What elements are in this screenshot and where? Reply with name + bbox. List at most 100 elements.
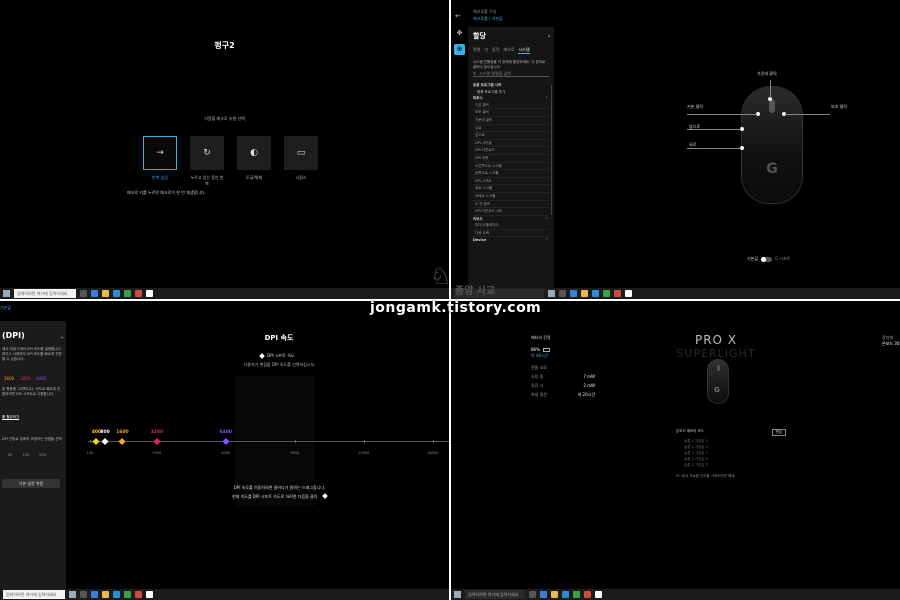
- app-icon[interactable]: [124, 290, 131, 297]
- tab-keys[interactable]: 키: [484, 47, 488, 54]
- taskbar: 검색하려면 여기에 입력하세요: [0, 288, 449, 299]
- list-item[interactable]: DPI 시프트: [473, 178, 549, 186]
- list-item[interactable]: DPI 사이클: [473, 140, 549, 148]
- dpi-marker[interactable]: [118, 437, 126, 446]
- panel-description: 에서 최대 5개의 DPI 속도를 설정합니다. 마우스 사용하여 DPI 속도…: [2, 347, 62, 361]
- assign-icon[interactable]: ⊕: [454, 44, 465, 55]
- list-item[interactable]: 오른쪽으로 스크롤: [473, 163, 549, 171]
- list-item[interactable]: 위로 스크롤: [473, 185, 549, 193]
- taskbar-search[interactable]: 검색하려면 여기에 입력하세요: [3, 590, 65, 599]
- list-item[interactable]: 응용 프로그램 추가: [473, 89, 549, 96]
- windows-start-icon[interactable]: [3, 290, 10, 297]
- toggle-tile[interactable]: ◐: [237, 136, 271, 170]
- folder-icon[interactable]: [581, 290, 588, 297]
- radio-option[interactable]: 100: [22, 453, 29, 457]
- gshift-toggle[interactable]: [761, 256, 773, 262]
- folder-icon[interactable]: [551, 591, 558, 598]
- chrome-icon[interactable]: [135, 591, 142, 598]
- lock-icon[interactable]: 🔒︎: [548, 33, 550, 38]
- chrome-icon[interactable]: [584, 591, 591, 598]
- list-item[interactable]: 두 번 클릭: [473, 201, 549, 209]
- profile-selector[interactable]: 기본값: [0, 305, 11, 311]
- list-item[interactable]: 다음 트랙: [473, 230, 549, 238]
- toggle-right-label: G 시프트: [775, 256, 791, 261]
- list-item[interactable]: DPI 다운로드: [473, 147, 549, 155]
- edge-icon[interactable]: [540, 591, 547, 598]
- chevron-up-icon[interactable]: ⌃: [545, 237, 548, 244]
- list-item[interactable]: 뒤로: [473, 125, 549, 133]
- profile-selector[interactable]: 매크로를 / 기본값: [473, 15, 503, 22]
- memory-slot[interactable]: 슬롯 5 기본값 5: [676, 462, 786, 468]
- command-list: 응용 프로그램 시작 응용 프로그램 추가 마우스 ⌃ 기본 클릭 보조 클릭 가운데 클릭…: [473, 82, 549, 244]
- tick-label: 16000: [427, 451, 439, 455]
- list-section-header[interactable]: 키보드 ⌃: [473, 216, 549, 223]
- ghub-icon[interactable]: [595, 591, 602, 598]
- folder-icon[interactable]: [102, 591, 109, 598]
- list-item[interactable]: 아래로 스크롤: [473, 193, 549, 201]
- edge-icon[interactable]: [91, 290, 98, 297]
- windows-start-icon[interactable]: [454, 591, 461, 598]
- repeat-while-held-tile[interactable]: ↻: [190, 136, 224, 170]
- app-icon[interactable]: [573, 591, 580, 598]
- search-input[interactable]: ⚲ 시스템 명령을 검색: [473, 70, 549, 77]
- windows-start-icon[interactable]: [69, 591, 76, 598]
- tab-commands[interactable]: 명령: [473, 47, 480, 54]
- task-view-icon[interactable]: [529, 591, 536, 598]
- ghub-icon[interactable]: [146, 290, 153, 297]
- store-icon[interactable]: [562, 591, 569, 598]
- lock-icon[interactable]: 🔒︎: [61, 334, 63, 339]
- tab-actions[interactable]: 동작: [492, 47, 499, 54]
- edge-icon[interactable]: [570, 290, 577, 297]
- list-section-header[interactable]: Device ⌃: [473, 237, 549, 244]
- edit-button[interactable]: 편집: [771, 429, 786, 436]
- back-arrow-icon[interactable]: ←: [455, 12, 461, 20]
- macro-type-description: 매크로 키를 누르면 매크로가 한 번 재생합니다.: [127, 190, 206, 195]
- dpi-marker[interactable]: [101, 437, 109, 446]
- list-item[interactable]: DPI 하향: [473, 155, 549, 163]
- radio-option[interactable]: 200: [39, 453, 46, 457]
- task-view-icon[interactable]: [80, 290, 87, 297]
- store-icon[interactable]: [113, 591, 120, 598]
- move-icon[interactable]: ✥: [454, 28, 465, 39]
- sequence-tile[interactable]: ▭: [284, 136, 318, 170]
- chrome-icon[interactable]: [614, 290, 621, 297]
- tab-system[interactable]: 시스템: [518, 47, 530, 54]
- tab-macros[interactable]: 매크로: [503, 47, 514, 54]
- dpi-level: 1600: [4, 376, 15, 381]
- chevron-up-icon[interactable]: ⌃: [545, 95, 548, 102]
- task-view-icon[interactable]: [559, 290, 566, 297]
- no-repeat-tile[interactable]: →: [143, 136, 177, 170]
- store-icon[interactable]: [592, 290, 599, 297]
- folder-icon[interactable]: [102, 290, 109, 297]
- windows-start-icon[interactable]: [548, 290, 555, 297]
- list-item[interactable]: DPI 다운로드 시트: [473, 208, 549, 216]
- taskbar-search[interactable]: 검색하려면 여기에 입력하세요: [465, 590, 525, 599]
- list-section-header[interactable]: 응용 프로그램 시작: [473, 82, 549, 89]
- ghub-icon[interactable]: [146, 591, 153, 598]
- taskbar-search[interactable]: 검색하려면 여기에 입력하세요: [14, 289, 76, 298]
- dpi-marker[interactable]: [222, 437, 230, 446]
- list-item[interactable]: 기본 클릭: [473, 102, 549, 110]
- list-item[interactable]: 앞으로: [473, 132, 549, 140]
- back-label: 뒤로: [689, 142, 697, 147]
- dpi-marker[interactable]: [92, 437, 100, 446]
- power-row: 유휴 시 2 mW: [531, 383, 595, 389]
- app-icon[interactable]: [603, 290, 610, 297]
- scrollbar[interactable]: [551, 85, 552, 215]
- task-view-icon[interactable]: [80, 591, 87, 598]
- list-item[interactable]: 가운데 클릭: [473, 117, 549, 125]
- app-icon[interactable]: [124, 591, 131, 598]
- list-item[interactable]: 미디어 플레이어: [473, 222, 549, 230]
- chrome-icon[interactable]: [135, 290, 142, 297]
- list-section-header[interactable]: 마우스 ⌃: [473, 95, 549, 102]
- chevron-up-icon[interactable]: ⌃: [545, 216, 548, 223]
- radio-option[interactable]: 50: [8, 453, 12, 457]
- dpi-marker[interactable]: [153, 437, 161, 446]
- assign-link[interactable]: 를 할당하기: [2, 415, 19, 420]
- list-item[interactable]: 보조 클릭: [473, 109, 549, 117]
- edge-icon[interactable]: [91, 591, 98, 598]
- list-item[interactable]: 왼쪽으로 스크롤: [473, 170, 549, 178]
- tick-label: 9600: [290, 451, 300, 455]
- store-icon[interactable]: [113, 290, 120, 297]
- ghub-icon[interactable]: [625, 290, 632, 297]
